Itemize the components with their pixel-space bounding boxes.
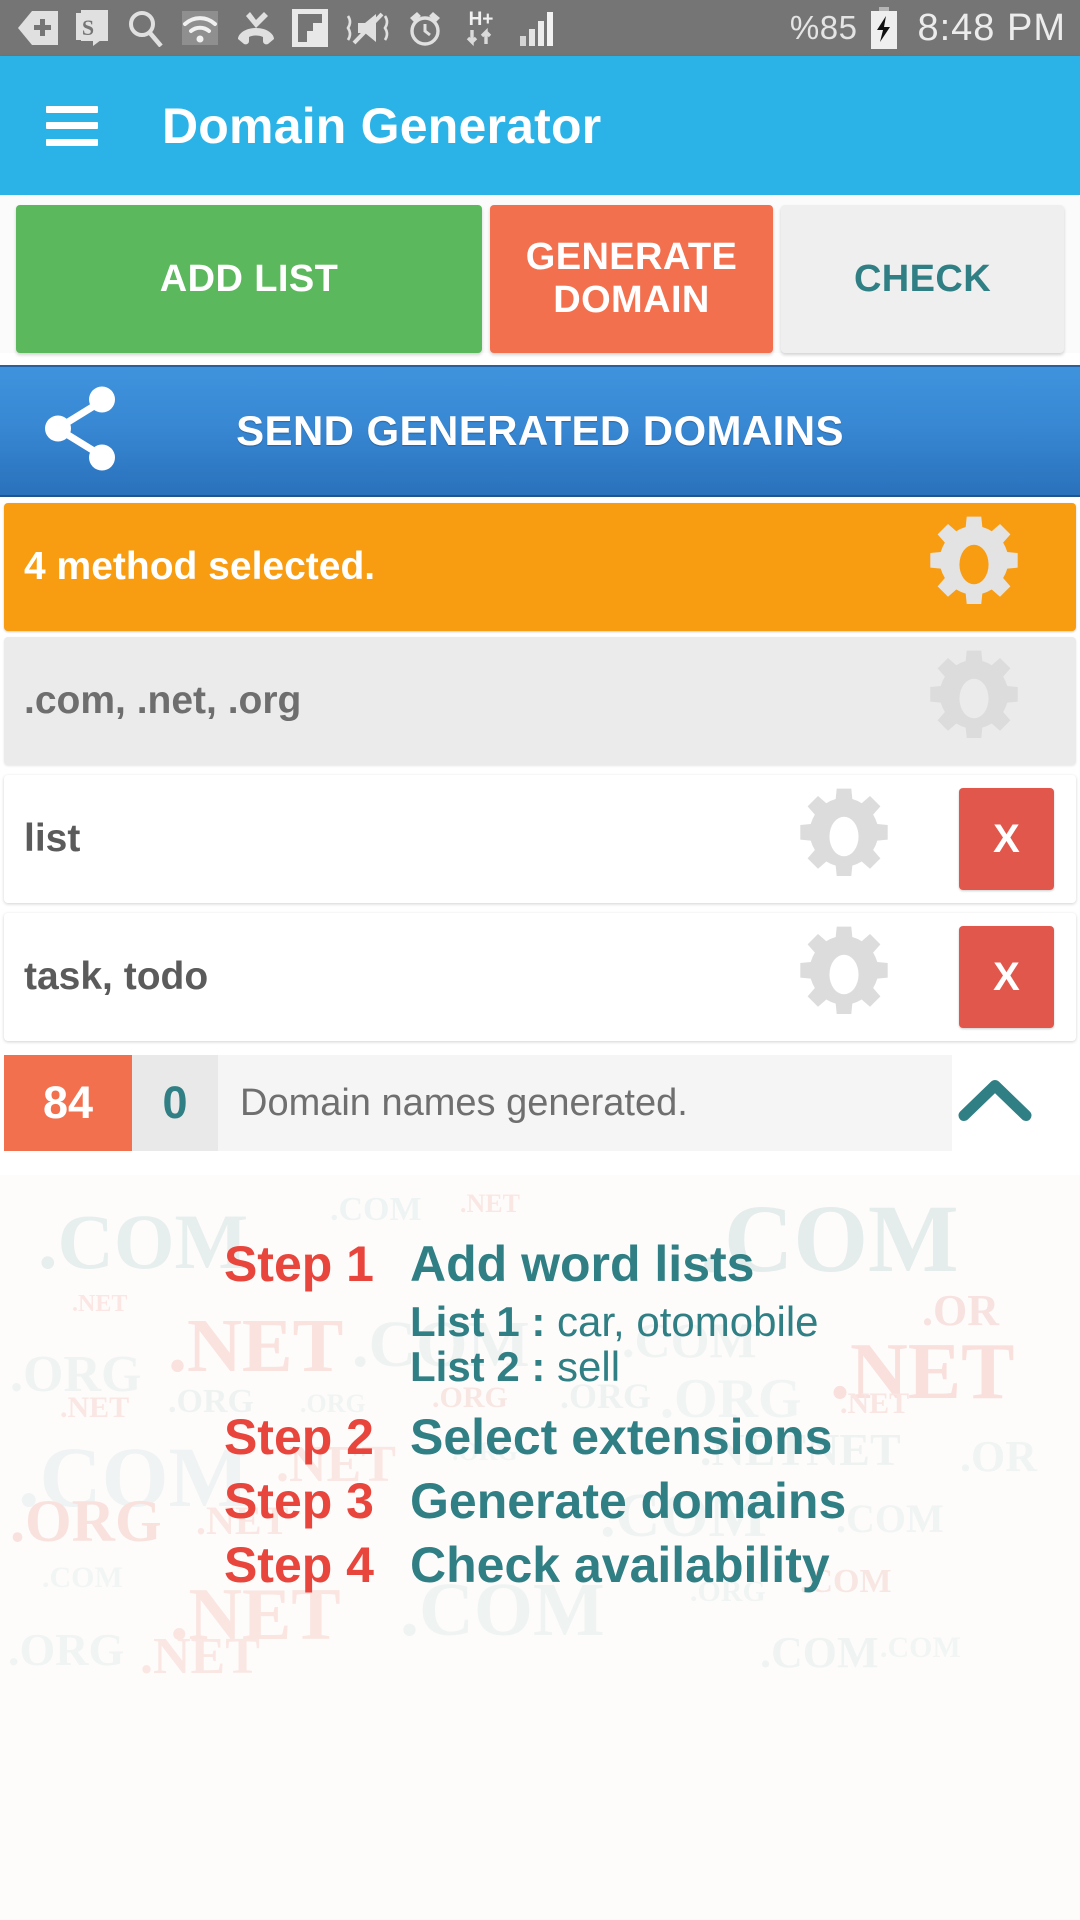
watermark-text: .ORG [8,1624,125,1675]
hamburger-menu-icon[interactable] [46,105,98,146]
step-row: Step 1 Add word lists [0,1235,1080,1293]
remove-word-list-button[interactable]: X [959,926,1054,1028]
add-contact-icon [18,11,58,45]
generated-counter-bar: 84 0 Domain names generated. [4,1055,1076,1151]
share-button-label: SEND GENERATED DOMAINS [236,407,844,454]
gear-icon[interactable] [922,513,1026,622]
add-list-button[interactable]: ADD LIST [16,205,482,353]
s-note-icon: S [74,9,110,47]
step-number: Step 3 [223,1472,374,1529]
step-number: Step 2 [223,1408,374,1465]
svg-text:S: S [82,15,94,40]
steps-list: Step 1 Add word lists List 1 : car, otom… [0,1175,1080,1600]
list1-label: List 1 : [410,1298,546,1345]
status-bar: S H+ %85 8:48 PM [0,0,1080,56]
wifi-icon [180,11,220,45]
flipboard-icon [292,9,328,47]
share-icon [44,386,124,477]
gear-icon[interactable] [922,647,1026,756]
counter-description: Domain names generated. [240,1081,688,1124]
watermark-text: .COM [760,1628,879,1677]
extensions-label: .com, .net, .org [24,679,302,722]
step-text: Generate domains [410,1472,847,1529]
step-row: Step 4 Check availability [0,1536,1080,1594]
gear-icon[interactable] [792,785,896,894]
step-text: Check availability [410,1536,830,1593]
main-content: ADD LIST GENERATE DOMAIN CHECK SEND GENE… [0,195,1080,1920]
method-selected-row[interactable]: 4 method selected. [4,503,1076,631]
list2-value: sell [545,1343,621,1391]
page-title: Domain Generator [162,97,602,154]
watermark-text: .COM [880,1631,961,1664]
word-list-row[interactable]: task, todo X [4,913,1076,1041]
checked-count-badge: 0 [132,1055,218,1151]
action-button-row: ADD LIST GENERATE DOMAIN CHECK [0,195,1080,353]
word-list-label: task, todo [24,955,209,998]
hsdpa-data-icon: H+ [460,8,502,48]
step-text: Add word lists [410,1236,755,1292]
step-text: Select extensions [410,1408,833,1465]
generate-domain-button[interactable]: GENERATE DOMAIN [490,205,773,353]
chevron-up-icon[interactable] [958,1076,1032,1131]
word-list-row[interactable]: list X [4,775,1076,903]
method-selected-label: 4 method selected. [24,545,376,588]
send-generated-domains-button[interactable]: SEND GENERATED DOMAINS [0,365,1080,497]
remove-word-list-button[interactable]: X [959,788,1054,890]
step1-example-row: List 1 : car, otomobile [410,1299,970,1344]
step-number: Step 4 [223,1536,374,1593]
svg-text:H+: H+ [469,9,494,30]
counter-box: 84 0 Domain names generated. [4,1055,952,1151]
gear-icon[interactable] [792,923,896,1032]
step-row: Step 2 Select extensions [0,1408,1080,1466]
missed-call-icon [236,10,276,46]
step-number: Step 1 [223,1236,374,1292]
battery-percent-label: %85 [789,9,858,46]
signal-bars-icon [518,10,558,46]
charging-battery-icon [869,7,899,49]
watermark-text: .NET [140,1628,260,1685]
generated-count-badge: 84 [4,1055,132,1151]
word-list-label: list [24,817,81,860]
alarm-icon [406,9,444,47]
step-row: Step 3 Generate domains [0,1472,1080,1530]
clock-label: 8:48 PM [917,6,1066,49]
app-bar: Domain Generator [0,56,1080,195]
step1-example-row: List 2 : sell [410,1344,970,1389]
mute-vibrate-icon [344,10,390,46]
extensions-row[interactable]: .com, .net, .org [4,637,1076,765]
list2-label: List 2 : [410,1343,546,1391]
search-icon [126,9,164,47]
steps-panel: .COM .COM .OR .COM .NET .NET .COM .NET .ORG .COM.… [0,1175,1080,1920]
check-button[interactable]: CHECK [781,205,1064,353]
list1-value: car, otomobile [545,1298,819,1345]
